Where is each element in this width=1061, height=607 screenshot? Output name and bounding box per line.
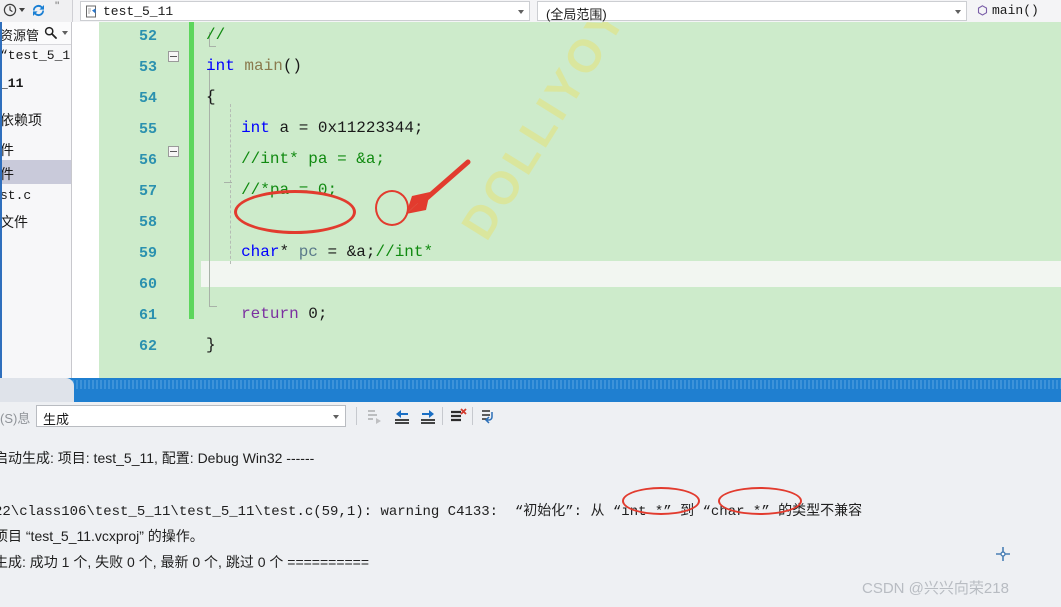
line-number: 52 — [138, 28, 157, 45]
line-number: 53 — [138, 59, 157, 76]
panel-tab-stub[interactable] — [0, 378, 74, 402]
file-selector-value: test_5_11 — [103, 4, 174, 19]
code-line[interactable]: 56 //int* pa = &a; — [72, 146, 1061, 177]
code-line[interactable]: 57 //*pa = 0; — [72, 177, 1061, 208]
clear-pane-button[interactable] — [448, 406, 468, 426]
code-line[interactable]: 52 // — [72, 22, 1061, 53]
tree-item-header-files[interactable]: 件 — [0, 136, 71, 160]
code-text: //*pa = 0; — [241, 181, 338, 199]
line-number: 57 — [138, 183, 157, 200]
chevron-down-icon[interactable] — [62, 31, 68, 35]
tree-item-solution[interactable]: “test_5_1 — [0, 44, 71, 72]
tree-item-label: “test_5_1 — [0, 48, 71, 63]
scope-selector-combo[interactable]: (全局范围) — [537, 1, 967, 22]
tree-item-label: 件 — [0, 166, 14, 182]
next-message-button[interactable] — [418, 406, 438, 426]
member-selector-value: main() — [992, 3, 1039, 18]
file-c-icon — [85, 5, 98, 18]
line-number: 58 — [138, 214, 157, 231]
code-text: { — [206, 88, 216, 106]
line-number: 60 — [138, 276, 157, 293]
code-line[interactable]: 61 return 0; — [72, 301, 1061, 332]
panel-focus-edge — [0, 22, 2, 378]
code-line[interactable]: 53 int main() — [72, 53, 1061, 84]
search-icon[interactable] — [44, 26, 57, 39]
tree-item-label: 件 — [0, 142, 14, 158]
toolbar-separator — [442, 407, 443, 425]
code-line[interactable]: 62} — [72, 332, 1061, 363]
line-number: 61 — [138, 307, 157, 324]
code-text: return 0; — [241, 305, 328, 323]
output-line: 22\class106\test_5_11\test_5_11\test.c(5… — [0, 504, 863, 520]
output-line: 项目 “test_5_11.vcxproj” 的操作。 — [0, 528, 204, 544]
tree-item-label: 文件 — [0, 214, 28, 230]
line-number: 56 — [138, 152, 157, 169]
previous-message-button[interactable] — [392, 406, 412, 426]
solution-explorer-search-row[interactable]: 资源管 — [0, 22, 71, 45]
output-line: 启动生成: 项目: test_5_11, 配置: Debug Win32 ---… — [0, 450, 315, 466]
solution-explorer-title: 资源管 — [0, 28, 40, 43]
divider-pattern — [0, 380, 1061, 389]
code-line[interactable]: 55 int a = 0x11223344; — [72, 115, 1061, 146]
csdn-watermark: CSDN @兴兴向荣218 — [862, 580, 1009, 597]
tree-item-label: 依赖项 — [0, 112, 42, 128]
scope-selector-value: (全局范围) — [546, 7, 607, 22]
refresh-icon[interactable] — [30, 2, 47, 19]
member-selector-combo[interactable]: main() — [972, 1, 1061, 21]
method-icon — [976, 4, 989, 17]
navigation-bar: " test_5_11 (全局范围) main() — [0, 0, 1061, 22]
line-number: 54 — [138, 90, 157, 107]
clock-icon[interactable] — [3, 3, 17, 17]
tree-item-test-c[interactable]: st.c — [0, 184, 71, 208]
code-text: int main() — [206, 57, 303, 75]
tree-item-source-files[interactable]: 件 — [0, 160, 71, 184]
toolbar-separator — [356, 407, 357, 425]
tree-item-label: _11 — [0, 76, 24, 91]
code-text: char* pc = &a;//int* — [241, 243, 434, 261]
output-source-value: 生成 — [43, 412, 70, 427]
chevron-down-icon[interactable] — [19, 8, 25, 12]
code-editor[interactable]: DOLLIYOY 52//53 int main() 54{55 int a = 0x… — [72, 22, 1061, 378]
tree-item-resource-files[interactable]: 文件 — [0, 208, 71, 232]
output-source-combo[interactable]: 生成 — [36, 405, 346, 427]
jump-to-source-button[interactable] — [364, 406, 384, 426]
code-line[interactable]: 58 — [72, 208, 1061, 239]
tree-item-project[interactable]: _11 — [0, 72, 71, 106]
chevron-down-icon[interactable] — [333, 415, 339, 419]
toolbar-separator — [472, 407, 473, 425]
tree-item-label: st.c — [0, 188, 32, 203]
solution-explorer-panel: 资源管 “test_5_1 _11 依赖项 件 件 st.c 文件 — [0, 22, 72, 378]
tree-item-dependencies[interactable]: 依赖项 — [0, 106, 71, 136]
output-panel-title: (S)息 — [0, 411, 31, 426]
visual-studio-window: " test_5_11 (全局范围) main() 资源管 “test_5_1 … — [0, 0, 1061, 607]
line-number: 55 — [138, 121, 157, 138]
code-text: //int* pa = &a; — [241, 150, 386, 168]
code-line[interactable]: 60 — [72, 270, 1061, 301]
code-line[interactable]: 59 char* pc = &a;//int* — [72, 239, 1061, 270]
stray-quote-glyph: " — [55, 0, 60, 13]
mouse-cursor-icon — [994, 545, 1012, 563]
code-text: int a = 0x11223344; — [241, 119, 424, 137]
chevron-down-icon[interactable] — [518, 10, 524, 14]
line-number: 62 — [138, 338, 157, 355]
file-selector-combo[interactable]: test_5_11 — [80, 1, 530, 21]
code-line[interactable]: 54 { — [72, 84, 1061, 115]
chevron-down-icon[interactable] — [955, 10, 961, 14]
solution-tree: “test_5_1 _11 依赖项 件 件 st.c 文件 — [0, 44, 71, 232]
solution-explorer-toolbar: " — [0, 0, 73, 22]
output-line: 生成: 成功 1 个, 失败 0 个, 最新 0 个, 跳过 0 个 =====… — [0, 554, 370, 570]
panel-divider-band — [0, 378, 1061, 402]
output-toolbar: (S)息 生成 — [0, 402, 1061, 431]
toggle-word-wrap-button[interactable] — [478, 406, 498, 426]
code-text: } — [206, 336, 216, 354]
line-number: 59 — [138, 245, 157, 262]
code-text: // — [206, 26, 226, 44]
